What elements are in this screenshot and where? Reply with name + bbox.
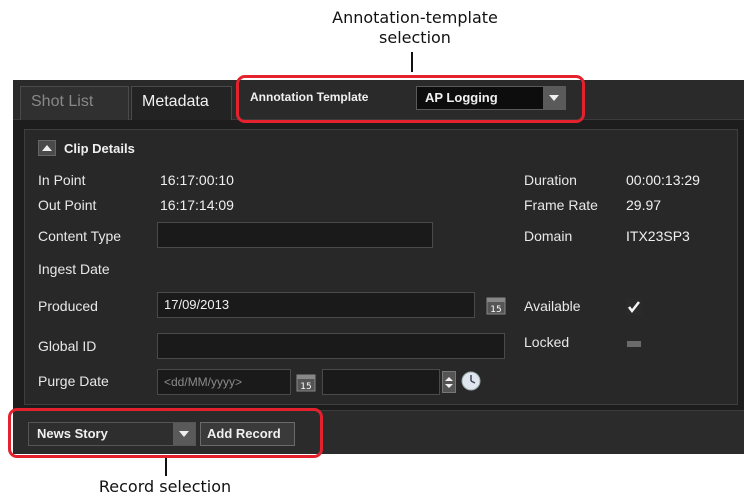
in-point-label: In Point xyxy=(38,172,86,188)
duration-label: Duration xyxy=(524,172,577,188)
purge-calendar-icon-text: 15 xyxy=(300,382,311,392)
locked-label: Locked xyxy=(524,334,570,350)
record-selection-highlight xyxy=(8,408,323,458)
content-type-field[interactable] xyxy=(157,222,433,248)
annotation-callout-line2: selection xyxy=(379,28,451,47)
produced-date-field[interactable]: 17/09/2013 xyxy=(157,292,475,318)
domain-value: ITX23SP3 xyxy=(626,228,690,244)
annotation-callout-text: Annotation-template selection xyxy=(300,8,530,48)
purge-calendar-icon[interactable]: 15 xyxy=(295,371,317,393)
tab-metadata[interactable]: Metadata xyxy=(131,86,232,120)
tab-shot-list[interactable]: Shot List xyxy=(20,86,129,120)
annotation-template-highlight xyxy=(236,75,585,123)
purge-time-field[interactable] xyxy=(322,369,440,395)
calendar-icon[interactable]: 15 xyxy=(485,294,507,316)
global-id-field[interactable] xyxy=(157,333,505,359)
available-checkbox[interactable] xyxy=(626,299,642,315)
record-callout-text: Record selection xyxy=(98,477,232,496)
ingest-date-label: Ingest Date xyxy=(38,261,110,277)
out-point-label: Out Point xyxy=(38,197,97,213)
clip-details-section xyxy=(24,129,738,405)
purge-date-field[interactable]: <dd/MM/yyyy> xyxy=(157,369,291,395)
time-spinner[interactable] xyxy=(442,371,456,393)
locked-checkbox[interactable] xyxy=(626,336,642,352)
in-point-value: 16:17:00:10 xyxy=(160,172,234,188)
annotation-callout-line1: Annotation-template xyxy=(332,8,498,27)
clock-icon[interactable] xyxy=(460,370,482,392)
content-type-label: Content Type xyxy=(38,228,122,244)
frame-rate-label: Frame Rate xyxy=(524,197,598,213)
purge-date-label: Purge Date xyxy=(38,373,109,389)
record-callout-leader xyxy=(165,458,167,476)
produced-label: Produced xyxy=(38,298,98,314)
domain-label: Domain xyxy=(524,228,573,244)
frame-rate-value: 29.97 xyxy=(626,197,662,213)
section-title: Clip Details xyxy=(64,140,135,156)
calendar-icon-text: 15 xyxy=(490,305,501,315)
duration-value: 00:00:13:29 xyxy=(626,172,700,188)
global-id-label: Global ID xyxy=(38,338,97,354)
out-point-value: 16:17:14:09 xyxy=(160,197,234,213)
collapse-icon[interactable] xyxy=(38,140,56,156)
available-label: Available xyxy=(524,298,581,314)
annotation-callout-leader xyxy=(411,52,413,72)
clip-details-header[interactable]: Clip Details xyxy=(38,140,135,156)
